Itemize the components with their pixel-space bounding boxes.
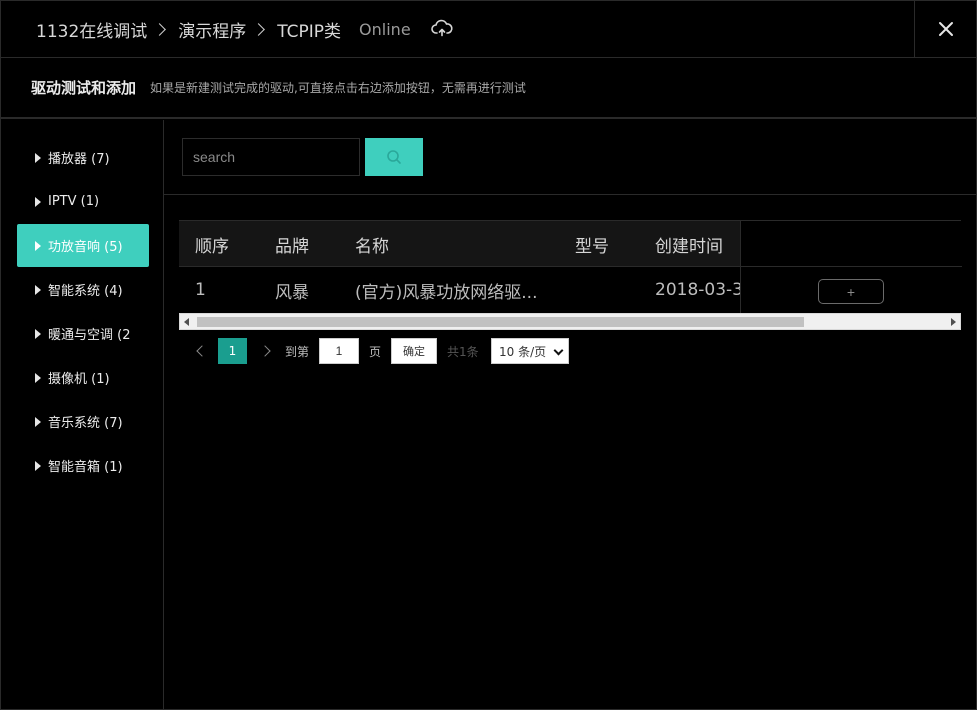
- cell-brand: 风暴: [275, 282, 309, 303]
- dialog-window: 1132在线调试 演示程序 TCPIP类 Online 驱动测试和添加 如果是新…: [0, 0, 977, 710]
- caret-right-icon: [35, 284, 41, 295]
- caret-right-icon: [35, 240, 41, 251]
- goto-label: 到第: [285, 345, 310, 359]
- sidebar-item-label: 播放器 (7): [48, 152, 110, 167]
- prev-page-button[interactable]: [194, 344, 208, 358]
- pagination: 1 到第 页 确定 共1条 10 条/页: [182, 338, 602, 364]
- sidebar-item-smart-speaker[interactable]: 智能音箱 (1): [17, 444, 149, 487]
- cell-order: 1: [195, 280, 206, 300]
- cloud-sync-icon[interactable]: [430, 18, 453, 40]
- sidebar-item-label: 音乐系统 (7): [48, 416, 123, 431]
- search-input[interactable]: [182, 138, 360, 176]
- caret-right-icon: [35, 416, 41, 427]
- horizontal-scrollbar[interactable]: [179, 313, 961, 330]
- column-header-model: 型号: [575, 236, 609, 257]
- page-number-current[interactable]: 1: [218, 338, 247, 364]
- section-title: 驱动测试和添加: [31, 79, 137, 97]
- goto-confirm-button[interactable]: 确定: [391, 338, 437, 364]
- sidebar-item-label: 功放音响 (5): [48, 240, 123, 255]
- category-sidebar: 播放器 (7) IPTV (1) 功放音响 (5) 智能系统 (4) 暖通与空调…: [1, 120, 164, 710]
- sidebar-item-label: 智能系统 (4): [48, 284, 123, 299]
- caret-right-icon: [35, 196, 41, 207]
- sidebar-item-smart-system[interactable]: 智能系统 (4): [17, 268, 149, 311]
- breadcrumb-item-1[interactable]: 1132在线调试: [36, 17, 147, 42]
- section-header: 驱动测试和添加 如果是新建测试完成的驱动,可直接点击右边添加按钮，无需再进行测试: [1, 58, 976, 119]
- sidebar-item-player[interactable]: 播放器 (7): [17, 136, 149, 179]
- cell-created: 2018-03-3: [655, 280, 740, 300]
- page-size-select[interactable]: 10 条/页: [491, 338, 569, 364]
- search-icon: [387, 150, 401, 164]
- dialog-header: 1132在线调试 演示程序 TCPIP类 Online: [1, 1, 976, 58]
- sidebar-item-label: 暖通与空调 (2: [48, 328, 131, 343]
- action-column-header: [741, 221, 962, 267]
- breadcrumb-item-2[interactable]: 演示程序: [178, 17, 246, 42]
- breadcrumb-item-3: TCPIP类: [277, 21, 342, 42]
- chevron-left-icon: [195, 345, 208, 357]
- page-label: 页: [369, 345, 382, 359]
- column-header-order: 顺序: [195, 236, 229, 257]
- column-header-name: 名称: [355, 236, 389, 257]
- column-header-created: 创建时间: [655, 236, 723, 257]
- breadcrumb: 1132在线调试 演示程序 TCPIP类 Online: [36, 15, 453, 43]
- action-column: +: [740, 221, 962, 313]
- caret-right-icon: [35, 152, 41, 163]
- search-button[interactable]: [365, 138, 423, 176]
- sidebar-item-label: 摄像机 (1): [48, 372, 110, 387]
- chevron-right-icon: [153, 22, 167, 36]
- chevron-right-icon: [252, 22, 266, 36]
- driver-table: 顺序 品牌 名称 型号 创建时间 1 风暴 (官方)风暴功放网络驱... 201…: [179, 220, 962, 330]
- close-icon: [938, 22, 953, 36]
- main-content: 顺序 品牌 名称 型号 创建时间 1 风暴 (官方)风暴功放网络驱... 201…: [164, 120, 976, 710]
- scrollbar-thumb[interactable]: [197, 317, 804, 327]
- goto-page-input[interactable]: [319, 338, 359, 364]
- close-button[interactable]: [914, 1, 976, 57]
- chevron-down-icon: [553, 345, 564, 356]
- connection-status: Online: [359, 19, 411, 39]
- sidebar-item-iptv[interactable]: IPTV (1): [17, 180, 149, 223]
- caret-right-icon: [35, 328, 41, 339]
- cell-name: (官方)风暴功放网络驱...: [355, 282, 538, 303]
- page-size-value: 10 条/页: [499, 344, 547, 359]
- column-header-brand: 品牌: [275, 236, 309, 257]
- sidebar-item-amplifier[interactable]: 功放音响 (5): [17, 224, 149, 267]
- section-description: 如果是新建测试完成的驱动,可直接点击右边添加按钮，无需再进行测试: [150, 81, 526, 95]
- caret-right-icon: [35, 460, 41, 471]
- scroll-left-icon[interactable]: [184, 318, 189, 326]
- sidebar-item-label: IPTV (1): [48, 194, 100, 209]
- sidebar-item-music-system[interactable]: 音乐系统 (7): [17, 400, 149, 443]
- search-toolbar: [164, 120, 976, 195]
- chevron-right-icon: [258, 345, 271, 357]
- sidebar-item-camera[interactable]: 摄像机 (1): [17, 356, 149, 399]
- add-driver-button[interactable]: +: [818, 279, 884, 304]
- sidebar-item-hvac[interactable]: 暖通与空调 (2: [17, 312, 149, 355]
- scroll-right-icon[interactable]: [951, 318, 956, 326]
- sidebar-item-label: 智能音箱 (1): [48, 460, 123, 475]
- caret-right-icon: [35, 372, 41, 383]
- total-count: 共1条: [447, 345, 479, 359]
- next-page-button[interactable]: [258, 344, 272, 358]
